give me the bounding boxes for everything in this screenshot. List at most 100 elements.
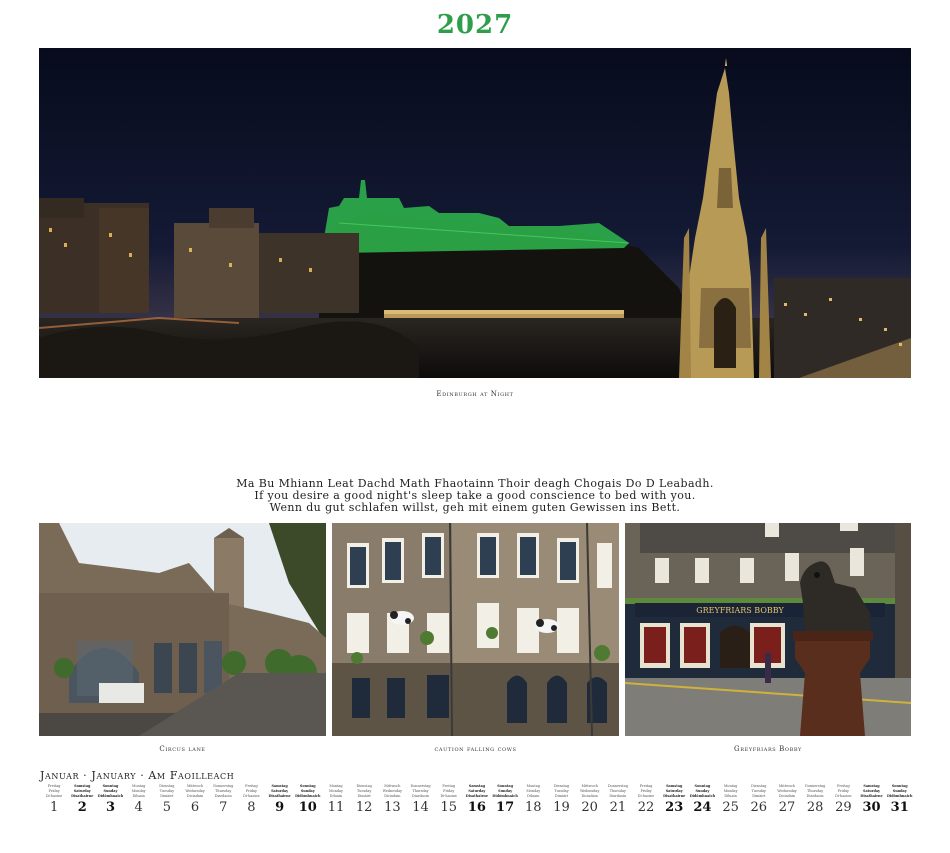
- day-number: 14: [412, 800, 429, 815]
- calendar-days-row: Freitag Friday Di-haoine 1 Samstag Saturday Di…: [40, 784, 914, 816]
- day-number: 7: [219, 800, 228, 815]
- calendar-day: Samstag Saturday Disathairne 9: [266, 784, 294, 816]
- day-number: 8: [247, 800, 256, 815]
- calendar-day: Samstag Saturday Disathairne 30: [857, 784, 885, 816]
- weekday-gd: Didòmhnaich: [97, 794, 124, 798]
- weekday-gd: Didòmhnaich: [492, 794, 518, 798]
- calendar-day: Donnerstag Thursday Diardaoin 7: [209, 784, 237, 816]
- day-number: 12: [355, 800, 373, 815]
- main-photo-edinburgh-night: [39, 48, 911, 378]
- photo-falling-cows: [332, 523, 619, 736]
- day-number: 18: [525, 800, 542, 815]
- proverb-german: Wenn du gut schlafen willst, geh mit ein…: [269, 501, 681, 514]
- weekday-gd: Didòmhnaich: [689, 794, 716, 798]
- weekday-gd: Di-haoine: [835, 794, 852, 798]
- calendar-day: Montag Monday Diluain 25: [717, 784, 745, 816]
- day-number: 20: [581, 800, 598, 815]
- weekday-gd: Dimàirt: [160, 794, 174, 798]
- weekday-gd: Diluain: [527, 794, 540, 798]
- day-number: 30: [862, 800, 881, 815]
- calendar-day: Dienstag Tuesday Dimàirt 26: [745, 784, 773, 816]
- calendar-day: Sonntag Sunday Didòmhnaich 10: [294, 784, 322, 816]
- calendar-day: Mittwoch Wednesday Diciadain 27: [773, 784, 801, 816]
- calendar-day: Dienstag Tuesday Dimàirt 19: [547, 784, 575, 816]
- weekday-gd: Disathairne: [268, 794, 291, 798]
- day-number: 4: [134, 800, 143, 815]
- weekday-gd: Diardaoin: [609, 794, 627, 798]
- calendar-day: Sonntag Sunday Didòmhnaich 17: [491, 784, 519, 816]
- day-number: 24: [693, 800, 712, 815]
- weekday-gd: Disathairne: [663, 794, 686, 798]
- weekday-gd: Diciadain: [778, 794, 796, 798]
- calendar-day: Sonntag Sunday Didòmhnaich 3: [96, 784, 124, 816]
- day-number: 11: [327, 800, 345, 815]
- pedestrian-figure: [765, 653, 771, 683]
- month-title: Januar · January · Am Faoilleach: [40, 769, 235, 782]
- day-number: 23: [665, 800, 684, 815]
- weekday-gd: Diardaoin: [412, 794, 429, 798]
- calendar-day: Freitag Friday Di-haoine 29: [829, 784, 857, 816]
- day-number: 6: [190, 800, 200, 815]
- main-photo-caption: Edinburgh at Night: [436, 390, 514, 398]
- calendar-day: Mittwoch Wednesday Diciadain 6: [181, 784, 209, 816]
- calendar-day: Samstag Saturday Disathairne 2: [68, 784, 96, 816]
- calendar-day: Freitag Friday Di-haoine 8: [237, 784, 265, 816]
- calendar-day: Montag Monday Diluain 11: [322, 784, 350, 816]
- calendar-day: Donnerstag Thursday Diardaoin 21: [604, 784, 632, 816]
- calendar-day: Donnerstag Thursday Diardaoin 28: [801, 784, 829, 816]
- calendar-year: 2027: [436, 10, 514, 40]
- weekday-gd: Di-haoine: [243, 794, 260, 798]
- calendar-day: Sonntag Sunday Didòmhnaich 24: [688, 784, 716, 816]
- cow-sculpture-left: [390, 611, 414, 625]
- day-number: 3: [105, 800, 115, 815]
- day-number: 26: [750, 800, 768, 815]
- weekday-gd: Diluain: [329, 794, 343, 798]
- day-number: 1: [49, 800, 59, 815]
- photo-caption-circus-lane: Circus lane: [159, 745, 206, 753]
- day-number: 17: [496, 800, 515, 815]
- weekday-gd: Didòmhnaich: [295, 794, 321, 798]
- calendar-day: Donnerstag Thursday Diardaoin 14: [406, 784, 434, 816]
- day-number: 31: [890, 800, 909, 815]
- calendar-day: Freitag Friday Di-haoine 22: [632, 784, 660, 816]
- pub-sign-text: GREYFRIARS BOBBY: [696, 606, 784, 615]
- weekday-gd: Diluain: [132, 794, 145, 798]
- day-number: 9: [275, 800, 285, 815]
- calendar-day: Montag Monday Diluain 18: [519, 784, 547, 816]
- weekday-gd: Diardaoin: [214, 794, 232, 798]
- day-number: 22: [637, 800, 655, 815]
- day-number: 5: [162, 800, 171, 815]
- weekday-gd: Diluain: [724, 794, 737, 798]
- day-number: 27: [778, 800, 796, 815]
- calendar-day: Sonntag Sunday Didòmhnaich 31: [886, 784, 914, 816]
- day-number: 13: [384, 800, 401, 815]
- photo-circus-lane: [39, 523, 326, 736]
- weekday-gd: Disathairne: [71, 794, 94, 798]
- day-number: 15: [440, 800, 457, 815]
- weekday-gd: Disathairne: [860, 794, 883, 798]
- calendar-day: Freitag Friday Di-haoine 1: [40, 784, 68, 816]
- day-number: 2: [77, 800, 87, 815]
- day-number: 28: [806, 800, 824, 815]
- weekday-gd: Diciadain: [581, 794, 598, 798]
- weekday-gd: Didòmhnaich: [887, 794, 913, 798]
- weekday-gd: Di-haoine: [637, 794, 655, 798]
- calendar-day: Samstag Saturday Disathairne 16: [463, 784, 491, 816]
- day-number: 16: [467, 800, 486, 815]
- proverb-block: Ma Bu Mhiann Leat Dachd Math Fhaotainn T…: [0, 478, 950, 514]
- day-number: 10: [298, 800, 317, 815]
- calendar-day: Freitag Friday Di-haoine 15: [435, 784, 463, 816]
- day-number: 19: [553, 800, 570, 815]
- day-number: 21: [609, 800, 627, 815]
- calendar-day: Mittwoch Wednesday Diciadain 20: [576, 784, 604, 816]
- calendar-day: Dienstag Tuesday Dimàirt 12: [350, 784, 378, 816]
- weekday-gd: Dimàirt: [357, 794, 371, 798]
- calendar-day: Montag Monday Diluain 4: [125, 784, 153, 816]
- weekday-gd: Dimàirt: [554, 794, 569, 798]
- photo-caption-falling-cows: caution falling cows: [434, 745, 517, 753]
- weekday-gd: Di-haoine: [45, 794, 63, 798]
- calendar-day: Mittwoch Wednesday Diciadain 13: [378, 784, 406, 816]
- calendar-day: Samstag Saturday Disathairne 23: [660, 784, 688, 816]
- weekday-gd: Di-haoine: [440, 794, 457, 798]
- photo-caption-greyfriars-bobby: Greyfriars Bobby: [734, 745, 802, 753]
